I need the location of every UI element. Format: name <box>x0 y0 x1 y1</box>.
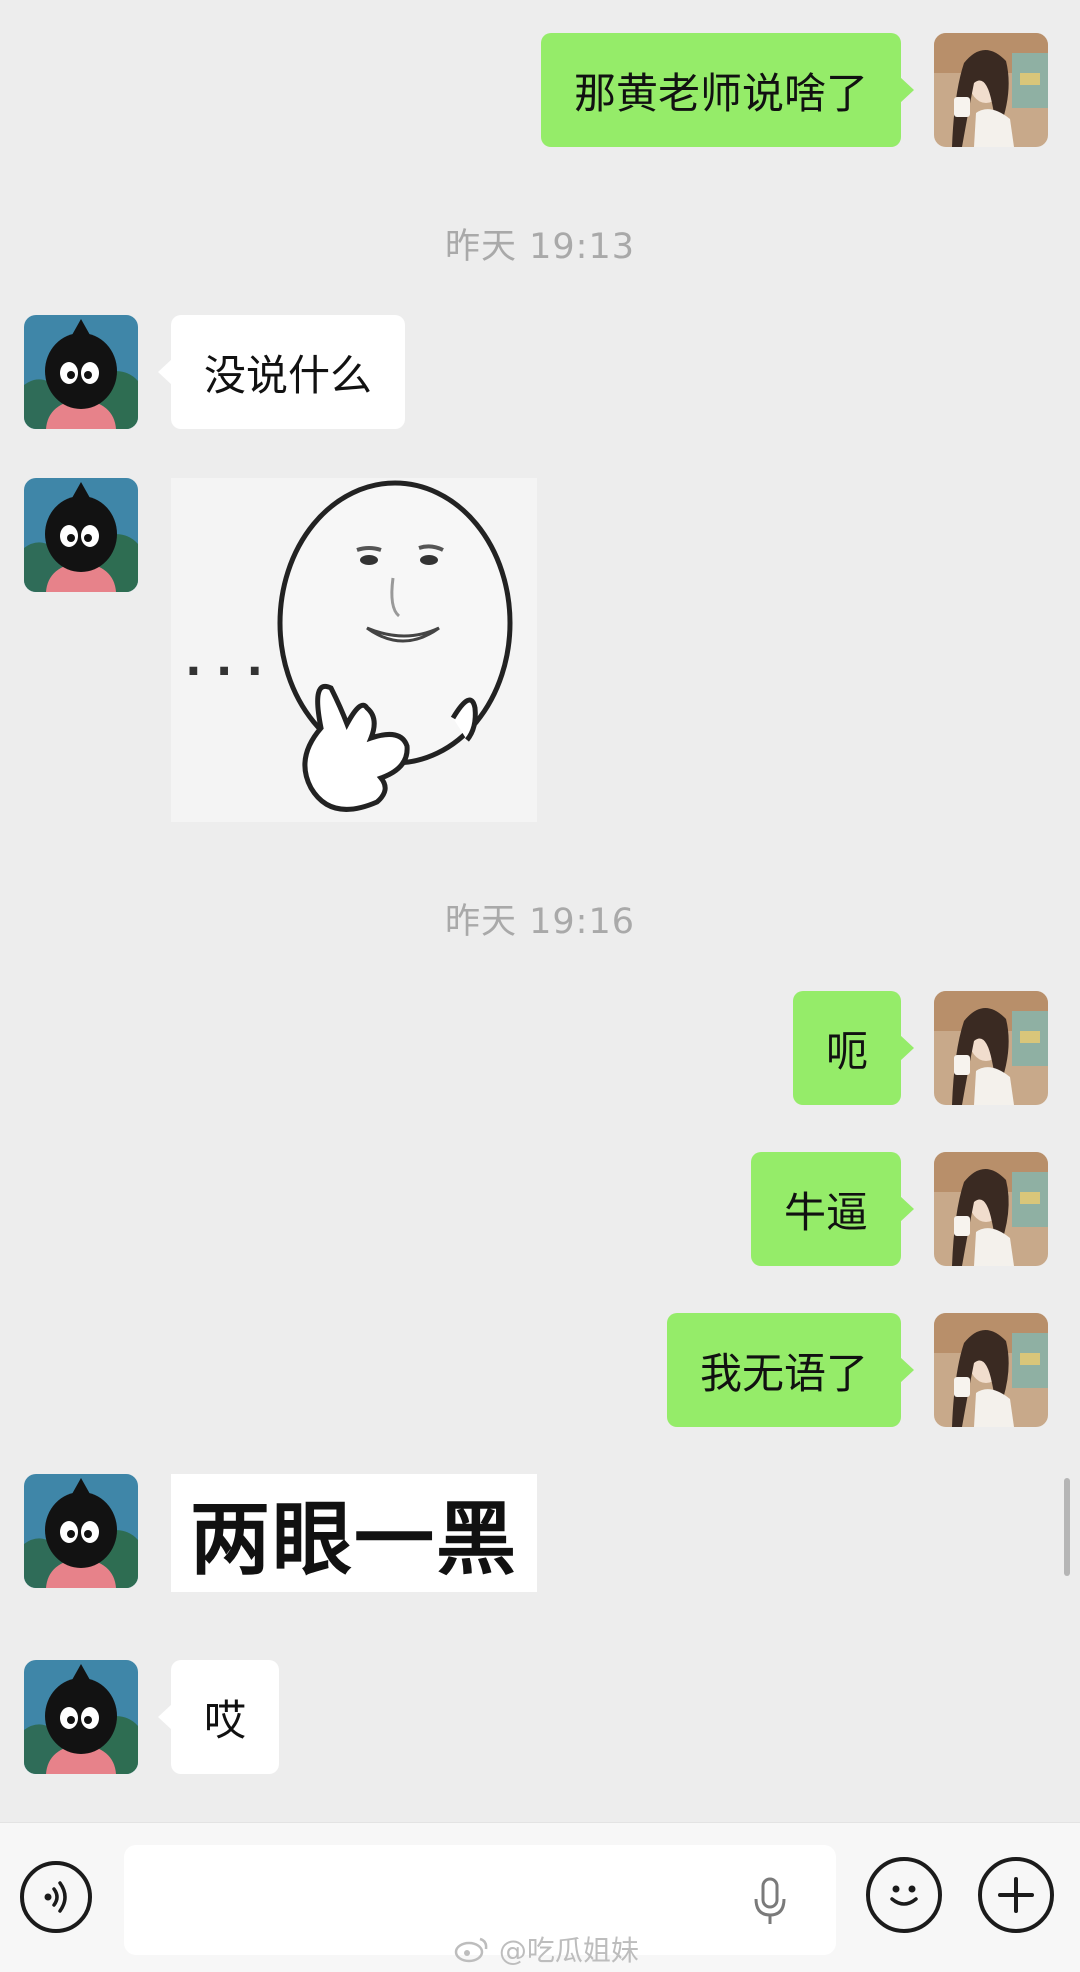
contact-avatar[interactable] <box>24 1474 138 1588</box>
text-sticker[interactable]: 两眼一黑 <box>171 1474 537 1592</box>
message-text: 牛逼 <box>783 1187 868 1237</box>
my-avatar[interactable] <box>934 33 1048 147</box>
contact-avatar[interactable] <box>24 315 138 429</box>
message-bubble[interactable]: 牛逼 <box>750 1152 915 1266</box>
message-text: 呃 <box>825 1026 868 1076</box>
contact-avatar[interactable] <box>24 478 138 592</box>
microphone-icon[interactable] <box>752 1877 788 1927</box>
emoji-button[interactable] <box>866 1857 942 1933</box>
watermark-text: @吃瓜姐妹 <box>498 1934 639 1967</box>
timestamp: 昨天 19:16 <box>445 902 635 942</box>
plus-icon <box>998 1877 1034 1913</box>
input-bar: @吃瓜姐妹 <box>0 1822 1080 1972</box>
weibo-logo <box>454 1937 488 1963</box>
my-avatar[interactable] <box>934 991 1048 1105</box>
message-bubble[interactable]: 我无语了 <box>666 1313 915 1427</box>
my-avatar[interactable] <box>934 1152 1048 1266</box>
message-text: 我无语了 <box>699 1348 868 1398</box>
my-avatar[interactable] <box>934 1313 1048 1427</box>
message-text: 那黄老师说啥了 <box>573 68 868 118</box>
voice-input-button[interactable] <box>20 1861 92 1933</box>
message-text: 哎 <box>204 1695 247 1745</box>
contact-avatar[interactable] <box>24 1660 138 1774</box>
message-bubble[interactable]: 没说什么 <box>157 315 406 429</box>
thinking-face-sticker[interactable]: ··· <box>171 478 537 822</box>
timestamp: 昨天 19:13 <box>445 227 635 267</box>
more-options-button[interactable] <box>978 1857 1054 1933</box>
scrollbar[interactable] <box>1064 1478 1070 1576</box>
message-bubble[interactable]: 呃 <box>792 991 915 1105</box>
emoji-face-icon <box>890 1885 918 1906</box>
message-text: 没说什么 <box>204 350 373 400</box>
sticker-dots: ··· <box>185 646 278 697</box>
voice-wave-icon <box>44 1881 67 1913</box>
sticker-text: 两眼一黑 <box>190 1493 518 1586</box>
chat-area[interactable]: 那黄老师说啥了 昨天 19:13 没说什么 ··· 昨天 19:16 呃 牛逼 … <box>0 0 1080 1822</box>
message-bubble[interactable]: 哎 <box>157 1660 280 1774</box>
message-bubble[interactable]: 那黄老师说啥了 <box>540 33 915 147</box>
watermark: @吃瓜姐妹 <box>454 1929 639 1969</box>
